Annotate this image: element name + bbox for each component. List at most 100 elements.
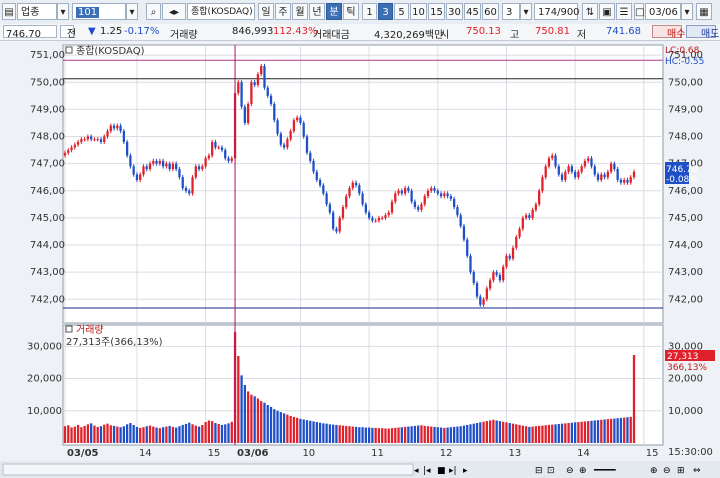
time-tick-label: 10 [302,448,315,459]
zoom-slider-icon[interactable]: ━━━━ [593,466,616,476]
volume-bar [325,423,328,443]
calendar-icon[interactable]: ▦ [696,3,712,20]
search-icon[interactable]: ⌕ [146,3,161,20]
scroll-first-icon[interactable]: |◂ [423,466,431,476]
time-tick-label: 15 [208,448,221,459]
candle-body [112,125,116,129]
scroll-last-icon[interactable]: ▸| [449,466,457,476]
volume-axis-left: 10,000 20,000 30,000 [27,341,62,416]
candle-body [315,171,318,180]
sync-icon[interactable]: ⇅ [582,3,598,20]
candle-body [505,255,508,267]
candle-body [263,65,266,88]
menu-icon[interactable]: ▤ [2,3,16,20]
volume-bar [423,425,426,443]
scroll-stop-icon[interactable]: ■ [437,466,446,476]
market-select[interactable]: 업종 [17,3,57,20]
candle-body [116,125,119,129]
count-field[interactable]: 174/900 [534,3,580,20]
zoom-fit-icon[interactable]: ⊡ [547,466,555,476]
volume-bar [227,423,230,443]
scroll-left-icon[interactable]: ◂ [414,466,419,476]
scroll-right-icon[interactable]: ▸ [463,466,468,476]
volume-bar [456,426,459,443]
buy-button[interactable]: 매수 [652,25,685,40]
save-icon[interactable]: ▣ [599,3,615,20]
candle-body [403,188,407,194]
candle-body [139,174,142,180]
interval-combo[interactable]: 3 [502,3,520,20]
candle-body [377,217,381,221]
volume-bar [175,427,178,443]
volume-bar [168,425,171,443]
interval-combo-dropdown-icon[interactable]: ▾ [520,3,532,20]
candle-body [237,82,240,94]
zoom-reset-icon[interactable]: ⊟ [535,466,543,476]
prev-button[interactable]: 전 [60,25,77,40]
candle-body [155,160,158,164]
date-check-icon[interactable]: □ [634,3,644,20]
scrollbar-track[interactable] [2,463,414,476]
interval-15-button[interactable]: 15 [428,3,445,20]
zoom-minus-icon[interactable]: ⊖ [663,466,671,476]
zoom-plus-icon[interactable]: ⊕ [650,466,658,476]
settings-icon[interactable]: ☰ [616,3,632,20]
volume-bar [462,425,466,443]
candle-body [590,158,593,167]
candle-body [528,215,531,218]
period-minute-button[interactable]: 분 [326,3,342,20]
chart-option-icon[interactable]: ⊞ [677,466,685,476]
chart-area[interactable]: 742,00 743,00 744,00 745,00 746,00 747,00 748,… [0,41,720,478]
price-tick-label-right: 749,00 [668,104,703,115]
prev-label: 전 [67,29,77,40]
candle-body [498,274,502,281]
volume-bar [129,423,132,443]
candle-body [554,155,557,167]
interval-5-button[interactable]: 5 [394,3,409,20]
candle-body [246,103,250,123]
chart-toolbar: ▤ 업종 ▾ 101 ▾ ⌕ ◂▸ 종합(KOSDAQ) 일 주 월 년 분 틱… [0,0,720,25]
candle-body [335,228,338,232]
volume-bar [269,406,273,443]
volume-bar [482,421,485,443]
interval-10-button[interactable]: 10 [410,3,427,20]
code-dropdown-icon[interactable]: ▾ [126,3,138,20]
interval-45-button[interactable]: 45 [464,3,481,20]
date-field[interactable]: 03/06 [645,3,681,20]
candle-body [299,117,302,123]
interval-30-button[interactable]: 30 [446,3,463,20]
speaker-icon[interactable]: ◂▸ [162,3,186,20]
period-year-button[interactable]: 년 [309,3,325,20]
time-tick-label: 11 [371,448,384,459]
period-tick-button[interactable]: 틱 [343,3,359,20]
candle-body [191,177,194,194]
volume-bar [564,423,567,443]
interval-1-button[interactable]: 1 [362,3,377,20]
volume-bar [109,425,112,443]
interval-60-button[interactable]: 60 [482,3,499,20]
candle-body [351,182,354,189]
volume-pct-value: 112.43% [273,26,318,37]
period-week-button[interactable]: 주 [275,3,291,20]
candle-body [495,272,498,275]
market-dropdown-icon[interactable]: ▾ [57,3,69,20]
code-input[interactable]: 101 [72,3,126,20]
price-value: 746.70 [6,29,41,40]
volume-bar [152,426,155,443]
change-value: 1.25 [100,26,123,37]
period-month-button[interactable]: 월 [292,3,308,20]
candle-body [99,139,103,142]
candle-body [616,169,619,180]
volume-bar [194,425,197,443]
date-dropdown-icon[interactable]: ▾ [681,3,693,20]
period-day-button[interactable]: 일 [258,3,274,20]
zoom-in-icon[interactable]: ⊕ [579,466,587,476]
candle-body [106,131,109,137]
volume-bar [600,419,603,443]
volume-tick-label-right: 10,000 [668,406,703,417]
interval-3-button[interactable]: 3 [378,3,393,20]
sell-button[interactable]: 매도 [686,25,719,40]
chart-expand-icon[interactable]: ⇔ [693,466,701,476]
zoom-out-icon[interactable]: ⊖ [566,466,574,476]
candle-body [318,179,322,186]
